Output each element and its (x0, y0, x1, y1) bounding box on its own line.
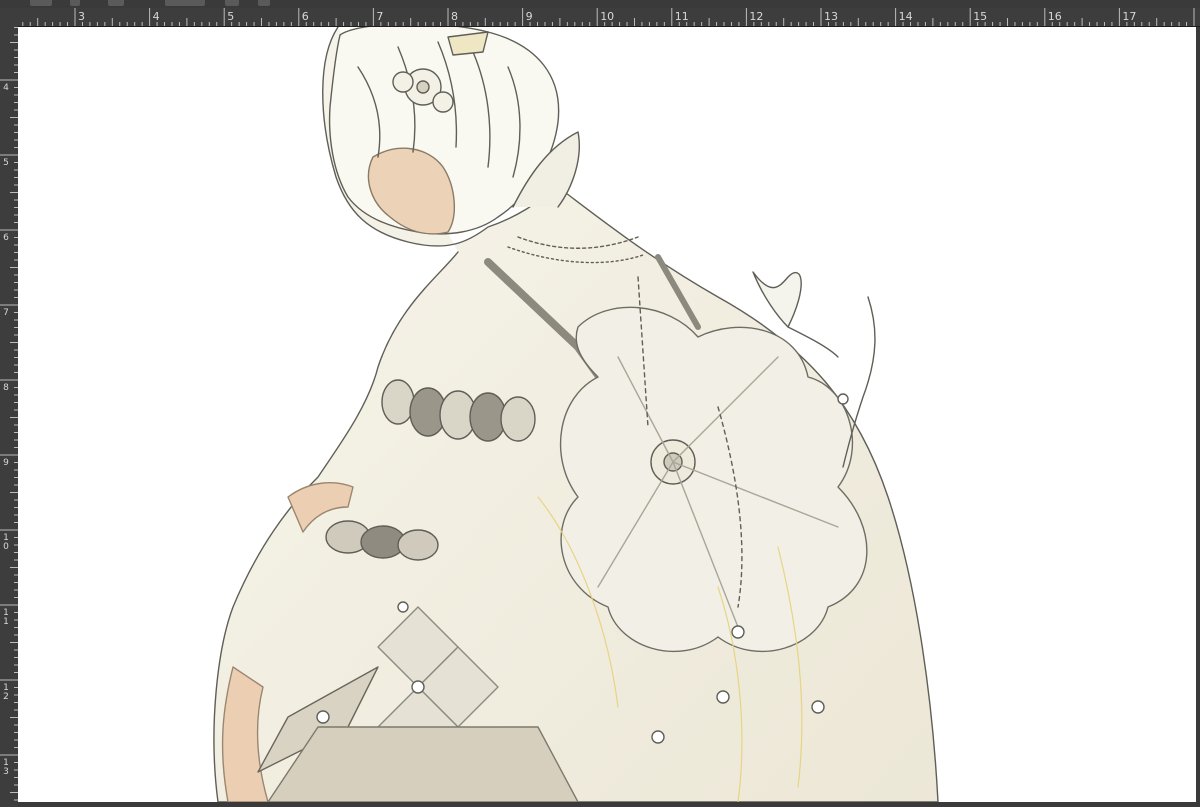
ruler-label: 5 (3, 158, 9, 168)
toolbar-fragment[interactable] (30, 0, 52, 6)
canvas-edge-right (1196, 27, 1200, 807)
ruler-label: 4 (3, 83, 9, 93)
ruler-label: 17 (1122, 10, 1137, 23)
ruler-label: 9 (3, 458, 9, 468)
ruler-label: 10 (600, 10, 615, 23)
ruler-label: 6 (3, 233, 9, 243)
ruler-label: 15 (973, 10, 988, 23)
horizontal-ruler[interactable]: 3 4 5 6 7 8 9 10 11 12 13 14 15 16 17 (18, 8, 1200, 27)
ruler-label: 3 (78, 10, 85, 23)
ruler-label: 4 (152, 10, 160, 23)
ruler-label: 10 (3, 533, 9, 552)
ruler-label: 8 (3, 383, 9, 393)
ruler-label: 5 (227, 10, 235, 23)
ruler-label: 11 (674, 10, 689, 23)
ruler-label: 12 (749, 10, 764, 23)
ruler-label: 7 (3, 308, 9, 318)
drawing-canvas[interactable] (18, 27, 1196, 802)
toolbar-fragment[interactable] (70, 0, 80, 6)
ruler-label: 7 (376, 10, 384, 23)
toolbar-fragment[interactable] (108, 0, 124, 6)
ruler-label: 11 (3, 608, 9, 627)
ruler-corner[interactable] (0, 8, 19, 27)
toolbar-fragment[interactable] (165, 0, 205, 6)
ruler-label: 8 (451, 10, 458, 23)
ruler-label: 13 (824, 10, 838, 23)
illustration-artwork (213, 27, 939, 802)
ruler-label: 9 (525, 10, 533, 23)
toolbar-fragment[interactable] (225, 0, 239, 6)
ruler-label: 6 (301, 10, 309, 23)
canvas-edge-bottom (18, 802, 1200, 807)
ruler-label: 14 (898, 10, 913, 23)
ruler-label: 12 (3, 683, 9, 702)
ruler-label: 13 (3, 758, 9, 777)
toolbar-strip (0, 0, 1200, 8)
ruler-label: 16 (1047, 10, 1062, 23)
vertical-ruler[interactable]: 4 5 6 7 8 9 10 11 12 13 (0, 26, 19, 807)
toolbar-fragment[interactable] (258, 0, 270, 6)
